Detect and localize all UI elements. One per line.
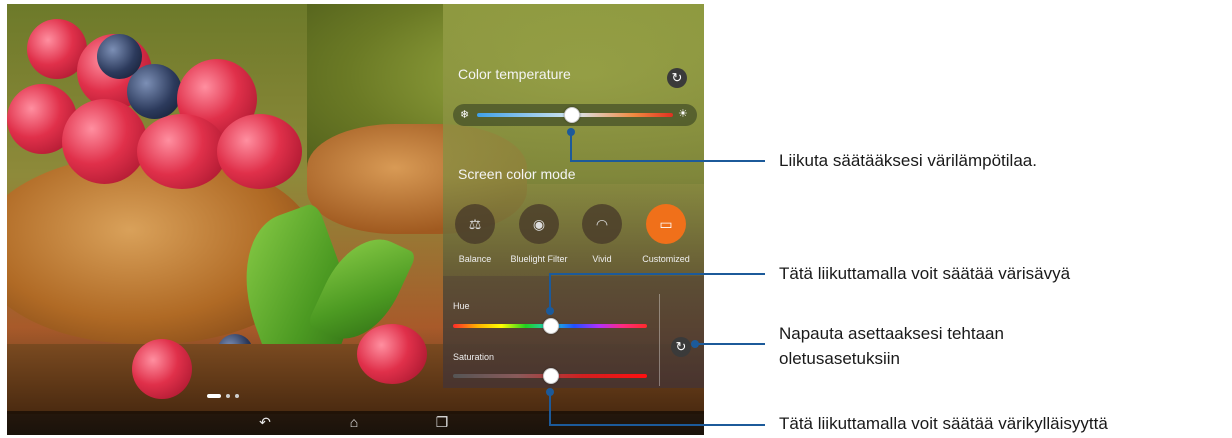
hue-knob[interactable] xyxy=(543,318,559,334)
raspberry xyxy=(132,339,192,399)
callout-line xyxy=(549,273,765,275)
raspberry xyxy=(137,114,227,189)
color-temperature-slider[interactable]: ❄ ☀ xyxy=(453,104,697,126)
callout-reset-line2: oletusasetuksiin xyxy=(779,349,900,368)
page-dot xyxy=(235,394,239,398)
callout-saturation: Tätä liikuttamalla voit säätää värikyllä… xyxy=(779,414,1108,433)
blackberry xyxy=(97,34,142,79)
callout-reset-line1: Napauta asettaaksesi tehtaan xyxy=(779,324,1004,343)
device-screenshot: Color temperature ↻ ❄ ☀ Screen color mod… xyxy=(7,4,704,435)
custom-display-icon: ▭ xyxy=(646,204,686,244)
mode-bluelight-filter-label: Bluelight Filter xyxy=(510,254,568,264)
recents-icon[interactable]: ❐ xyxy=(412,414,472,431)
callout-color-temperature: Liikuta säätääksesi värilämpötilaa. xyxy=(779,151,1037,170)
callout-line xyxy=(549,274,551,310)
callout-line xyxy=(570,132,572,161)
back-icon[interactable]: ↶ xyxy=(235,414,295,431)
page-indicator xyxy=(207,394,239,398)
mode-bluelight-filter[interactable]: ◉ Bluelight Filter xyxy=(509,204,569,264)
screen-color-mode-label: Screen color mode xyxy=(458,166,576,182)
page-dot-active xyxy=(207,394,221,398)
balance-scale-icon: ⚖ xyxy=(455,204,495,244)
callout-line xyxy=(549,390,551,425)
mode-balance[interactable]: ⚖ Balance xyxy=(445,204,505,264)
mode-vivid-label: Vivid xyxy=(592,254,612,264)
divider xyxy=(659,294,660,386)
page-dot xyxy=(226,394,230,398)
mode-balance-label: Balance xyxy=(458,254,492,264)
color-temperature-knob[interactable] xyxy=(564,107,581,123)
callout-line xyxy=(570,160,765,162)
home-icon[interactable]: ⌂ xyxy=(324,414,384,430)
mode-customized-label: Customized xyxy=(642,254,690,264)
callout-line xyxy=(695,343,765,345)
hue-label: Hue xyxy=(453,301,470,311)
snowflake-icon: ❄ xyxy=(460,109,470,121)
custom-adjust-panel: Hue Saturation ↻ xyxy=(443,276,704,388)
raspberry xyxy=(217,114,302,189)
reset-defaults-button[interactable]: ↻ xyxy=(671,337,691,357)
sun-icon: ☀ xyxy=(678,108,688,120)
color-temperature-reset-button[interactable]: ↻ xyxy=(667,68,687,88)
saturation-label: Saturation xyxy=(453,352,495,362)
navigation-bar: ↶ ⌂ ❐ xyxy=(7,411,704,435)
color-temperature-label: Color temperature xyxy=(458,66,571,82)
rainbow-icon: ◠ xyxy=(582,204,622,244)
raspberry xyxy=(357,324,427,384)
saturation-knob[interactable] xyxy=(543,368,559,384)
eye-shield-icon: ◉ xyxy=(519,204,559,244)
callout-hue: Tätä liikuttamalla voit säätää värisävyä xyxy=(779,264,1071,283)
raspberry xyxy=(62,99,147,184)
mode-customized[interactable]: ▭ Customized xyxy=(636,204,696,264)
callout-line xyxy=(549,424,765,426)
mode-vivid[interactable]: ◠ Vivid xyxy=(572,204,632,264)
